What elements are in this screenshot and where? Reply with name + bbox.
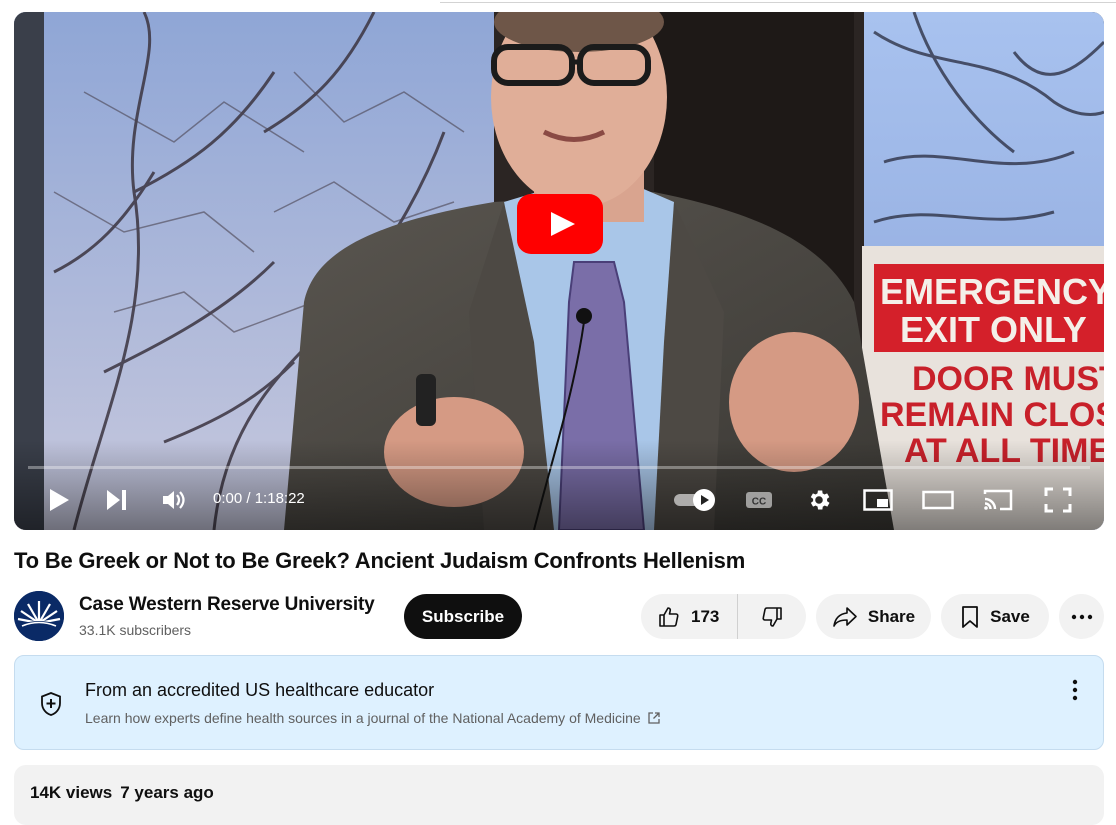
channel-name[interactable]: Case Western Reserve University [79,594,375,616]
next-icon [107,490,126,510]
like-dislike-group: 173 [641,594,806,639]
save-button[interactable]: Save [941,594,1049,639]
upload-age: 7 years ago [120,783,214,802]
view-count: 14K views [30,783,113,802]
next-button[interactable] [102,482,132,518]
youtube-play-icon [517,194,603,254]
channel-avatar[interactable] [14,591,64,641]
share-button[interactable]: Share [816,594,931,639]
share-icon [833,606,857,627]
info-panel-title: From an accredited US healthcare educato… [85,680,435,700]
volume-icon [163,491,185,509]
more-horizontal-icon [1071,614,1092,619]
sign-line-2: EXIT ONLY [900,309,1087,350]
subscribe-button[interactable]: Subscribe [404,594,522,639]
video-title: To Be Greek or Not to Be Greek? Ancient … [14,548,746,573]
save-label: Save [990,606,1030,626]
like-button[interactable]: 173 [641,594,739,639]
more-vertical-icon [1072,679,1078,701]
volume-button[interactable] [160,482,190,518]
university-logo [14,591,64,641]
video-player[interactable]: EMERGENCY EXIT ONLY DOOR MUST REMAIN CLO… [14,12,1104,530]
autoplay-toggle[interactable] [670,482,720,518]
fullscreen-icon [1044,487,1072,513]
closed-captions-icon: CC [746,492,772,508]
like-count: 173 [691,606,720,626]
autoplay-toggle-icon [674,489,715,511]
more-actions-button[interactable] [1059,594,1104,639]
sign-line-4: REMAIN CLOSED [880,396,1104,434]
health-source-info-panel: From an accredited US healthcare educato… [14,655,1104,750]
play-button[interactable] [44,482,74,518]
miniplayer-button[interactable] [860,482,896,518]
info-panel-menu-button[interactable] [1063,678,1087,702]
settings-button[interactable] [802,482,836,518]
thumbs-up-icon [659,606,679,627]
info-panel-link[interactable]: Learn how experts define health sources … [85,710,661,726]
time-current: 0:00 [213,490,243,507]
time-total: 1:18:22 [254,490,305,507]
sign-line-1: EMERGENCY [880,271,1104,312]
subscriber-count: 33.1K subscribers [79,622,192,638]
cast-button[interactable] [980,482,1016,518]
view-info: 14K views 7 years ago [30,783,214,803]
dislike-button[interactable] [738,594,806,639]
time-separator: / [242,490,255,507]
big-play-button[interactable] [517,194,603,254]
share-label: Share [867,606,916,626]
theater-mode-button[interactable] [920,482,956,518]
theater-mode-icon [922,490,954,510]
cast-icon [983,489,1013,511]
play-icon [50,489,69,511]
captions-button[interactable]: CC [742,482,776,518]
thumbs-down-icon [762,606,782,627]
shield-plus-icon [39,691,63,722]
bookmark-icon [962,605,979,628]
info-panel-subtitle: Learn how experts define health sources … [85,710,641,726]
time-display: 0:00 / 1:18:22 [213,490,305,507]
fullscreen-button[interactable] [1040,482,1076,518]
search-bar-edge [440,0,1116,3]
miniplayer-icon [863,489,893,511]
external-link-icon [648,712,660,724]
sign-line-3: DOOR MUST [912,360,1104,398]
description-box[interactable]: 14K views 7 years ago [14,765,1104,825]
progress-bar[interactable] [28,466,1090,469]
svg-text:CC: CC [752,497,766,508]
gear-icon [810,490,830,510]
